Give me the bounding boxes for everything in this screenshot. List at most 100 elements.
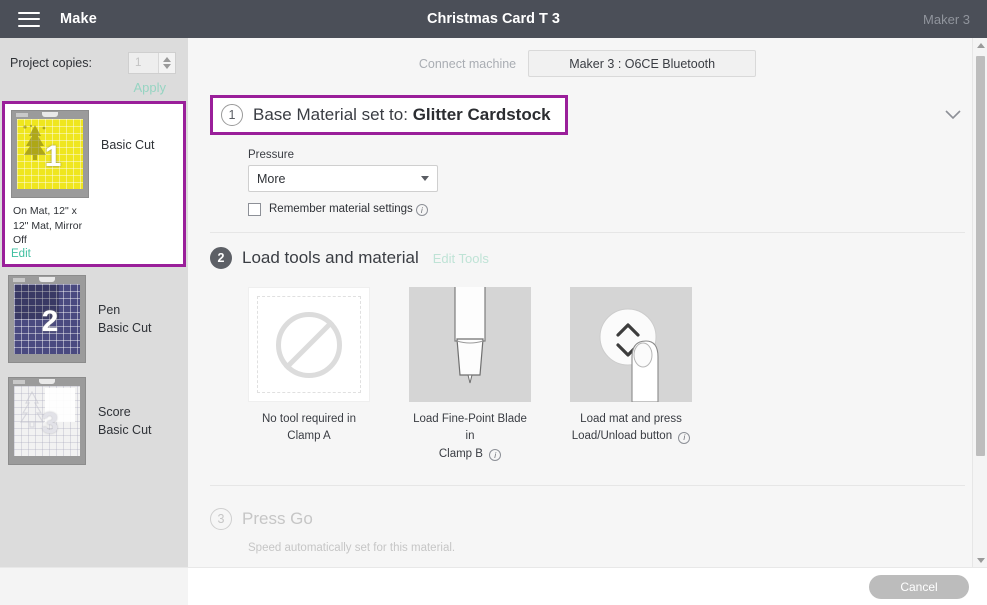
connect-machine-row: Connect machine Maker 3 : O6CE Bluetooth xyxy=(188,38,987,77)
mat-thumb-wrap-2: 2 xyxy=(8,275,86,364)
step-2-section: 2 Load tools and material Edit Tools No … xyxy=(210,247,965,486)
stepper-arrows[interactable] xyxy=(158,53,175,73)
mat-edit-button-1[interactable]: Edit xyxy=(11,248,89,260)
cancel-button[interactable]: Cancel xyxy=(869,574,969,599)
tool-card-load-mat: Load mat and press Load/Unload button i xyxy=(570,287,692,463)
step-1-title-text: Base Material set to: xyxy=(253,105,408,124)
pressure-select[interactable]: More xyxy=(248,165,438,192)
tool-caption-line1-b: Load Fine-Point Blade in xyxy=(413,413,527,443)
mat-meta-1: On Mat, 12" x 12" Mat, Mirror Off xyxy=(13,205,83,247)
main-panel: Connect machine Maker 3 : O6CE Bluetooth… xyxy=(188,38,987,567)
tool-caption-clamp-a: No tool required in Clamp A xyxy=(248,411,370,446)
project-copies-row: Project copies: 1 xyxy=(0,38,188,74)
mat-list: 1 On Mat, 12" x 12" Mat, Mirror Off Edit… xyxy=(0,101,188,472)
base-material-header[interactable]: 1 Base Material set to: Glitter Cardstoc… xyxy=(210,95,568,135)
connect-machine-label: Connect machine xyxy=(418,56,517,71)
bottom-bar-left xyxy=(0,567,188,605)
mat-clip-1 xyxy=(42,112,58,117)
pressure-area: Pressure More Remember material settings… xyxy=(210,135,965,216)
prohibited-sign-icon xyxy=(276,311,342,378)
tool-caption-line1-a: No tool required in xyxy=(262,413,356,425)
stepper-down-icon[interactable] xyxy=(163,64,171,69)
mat-thumbnail-2: 2 xyxy=(8,275,86,364)
mat-title-2: Pen xyxy=(98,303,121,318)
mat-labels-2: Pen Basic Cut xyxy=(98,275,152,337)
load-tools-header: 2 Load tools and material Edit Tools xyxy=(210,247,965,269)
remember-material-text: Remember material settings xyxy=(269,203,413,215)
step-3-title: Press Go xyxy=(242,508,313,528)
mat-thumb-wrap-3: 3 xyxy=(8,377,86,466)
info-icon[interactable]: i xyxy=(489,448,502,461)
main-scrollbar[interactable] xyxy=(972,38,987,567)
mat-card-1[interactable]: 1 On Mat, 12" x 12" Mat, Mirror Off Edit… xyxy=(2,101,186,268)
mat-card-3[interactable]: 3 Score Basic Cut xyxy=(0,369,188,472)
fine-point-blade-icon xyxy=(409,287,531,402)
base-material-value: Glitter Cardstock xyxy=(412,105,551,124)
chevron-down-icon xyxy=(421,176,429,181)
remember-material-checkbox[interactable] xyxy=(248,203,261,216)
mat-corner-mark-2 xyxy=(13,278,25,283)
make-screen: Make Christmas Card T 3 Maker 3 Project … xyxy=(0,0,987,605)
step-2-number: 2 xyxy=(210,247,232,269)
mat-labels-3: Score Basic Cut xyxy=(98,377,152,439)
step-1-title: Base Material set to: Glitter Cardstock xyxy=(253,105,551,125)
mat-corner-mark-1 xyxy=(16,113,28,117)
scrollbar-thumb[interactable] xyxy=(976,56,985,456)
mat-sidebar: Project copies: 1 Apply 1 On Mat, 12" x … xyxy=(0,38,188,567)
tool-caption-line2-c: Load/Unload button i xyxy=(570,428,692,445)
page-title: Christmas Card T 3 xyxy=(427,11,560,27)
remember-material-settings-row[interactable]: Remember material settings i xyxy=(248,203,965,216)
step-3-section: 3 Press Go Speed automatically set for t… xyxy=(210,486,965,554)
apply-button[interactable]: Apply xyxy=(0,74,188,95)
app-label: Make xyxy=(60,11,98,27)
info-icon[interactable]: i xyxy=(678,431,691,444)
press-go-header: 3 Press Go xyxy=(210,507,965,530)
project-copies-stepper[interactable]: 1 xyxy=(128,52,176,74)
stepper-up-icon[interactable] xyxy=(163,57,171,62)
no-tool-icon xyxy=(248,287,370,402)
chevron-down-icon[interactable] xyxy=(945,107,965,124)
step-3-number: 3 xyxy=(210,507,232,530)
mat-clip-2 xyxy=(39,277,55,283)
tool-caption-clamp-b: Load Fine-Point Blade in Clamp B i xyxy=(409,411,531,463)
hamburger-menu-icon[interactable] xyxy=(18,11,40,27)
mat-number-1: 1 xyxy=(44,140,62,173)
mat-thumbnail-3: 3 xyxy=(8,377,86,466)
mat-labels-1: Basic Cut xyxy=(101,110,155,154)
top-bar: Make Christmas Card T 3 Maker 3 xyxy=(0,0,987,38)
section-divider-1 xyxy=(210,232,965,233)
project-copies-label: Project copies: xyxy=(10,56,92,70)
remember-material-label: Remember material settings i xyxy=(269,203,428,216)
tool-cards-row: No tool required in Clamp A Load Fine-Po… xyxy=(210,269,965,463)
bottom-bar: Cancel xyxy=(0,567,987,605)
pressure-label: Pressure xyxy=(248,149,295,161)
load-unload-button-icon xyxy=(570,287,692,402)
mat-corner-mark-3 xyxy=(13,380,25,385)
mat-title-3: Score xyxy=(98,405,131,420)
tool-caption-load-mat: Load mat and press Load/Unload button i xyxy=(570,411,692,446)
mat-title-1: Basic Cut xyxy=(101,138,155,152)
mat-thumbnail-1: 1 xyxy=(11,110,89,198)
scroll-down-icon[interactable] xyxy=(973,553,987,567)
pressure-value: More xyxy=(257,171,286,186)
mat-thumb-wrap-1: 1 On Mat, 12" x 12" Mat, Mirror Off Edit xyxy=(11,110,89,260)
project-copies-value[interactable]: 1 xyxy=(129,53,158,73)
mat-subtitle-2: Basic Cut xyxy=(98,321,152,336)
mat-clip-3 xyxy=(39,379,55,385)
step-1-section: 1 Base Material set to: Glitter Cardstoc… xyxy=(210,95,965,233)
tool-card-clamp-a: No tool required in Clamp A xyxy=(248,287,370,463)
press-go-note: Speed automatically set for this materia… xyxy=(248,541,456,554)
mat-subtitle-3: Basic Cut xyxy=(98,423,152,438)
tool-card-clamp-b: Load Fine-Point Blade in Clamp B i xyxy=(409,287,531,463)
info-icon[interactable]: i xyxy=(415,204,428,216)
tool-caption-line2-a: Clamp A xyxy=(287,430,331,443)
machine-label: Maker 3 xyxy=(923,11,970,27)
step-2-title: Load tools and material xyxy=(242,248,419,267)
scroll-up-icon[interactable] xyxy=(973,38,987,52)
connect-machine-button[interactable]: Maker 3 : O6CE Bluetooth xyxy=(528,50,757,77)
mat-card-2[interactable]: 2 Pen Basic Cut xyxy=(0,267,188,370)
step-1-number: 1 xyxy=(221,104,243,126)
edit-tools-button[interactable]: Edit Tools xyxy=(433,251,489,266)
tool-caption-line2-b: Clamp B i xyxy=(409,446,531,463)
tool-caption-line1-c: Load mat and press xyxy=(580,413,682,425)
